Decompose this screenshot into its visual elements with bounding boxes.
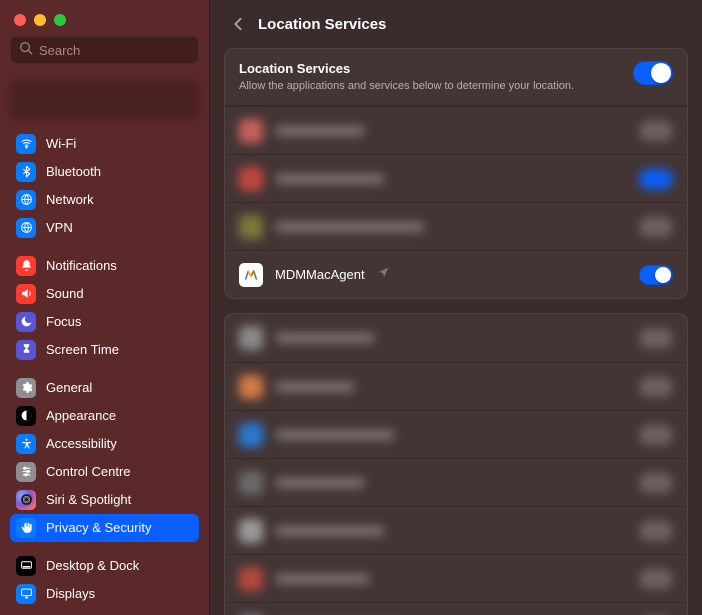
app-row-redacted (225, 554, 687, 602)
sidebar-item-label: Control Centre (46, 464, 131, 479)
sidebar-item-label: Bluetooth (46, 164, 101, 179)
app-row-mdmmacagent: MDMMacAgent (225, 250, 687, 298)
app-row-redacted (225, 202, 687, 250)
app-icon-mdmmacagent (239, 263, 263, 287)
wifi-icon (16, 134, 36, 154)
vpn-icon (16, 218, 36, 238)
panel-title: Location Services (239, 61, 574, 76)
page-title: Location Services (258, 16, 386, 33)
minimize-window-button[interactable] (34, 14, 46, 26)
appearance-icon (16, 406, 36, 426)
search-field[interactable] (10, 36, 199, 64)
search-icon (19, 41, 33, 60)
hourglass-icon (16, 340, 36, 360)
app-row-redacted (225, 410, 687, 458)
app-row-redacted (225, 458, 687, 506)
sidebar-item-control-centre[interactable]: Control Centre (10, 458, 199, 486)
sidebar-item-displays[interactable]: Displays (10, 580, 199, 608)
panel-description: Allow the applications and services belo… (239, 79, 574, 93)
sidebar-item-label: Focus (46, 314, 81, 329)
app-toggle-mdmmacagent[interactable] (639, 265, 673, 285)
apps-panel-redacted (224, 313, 688, 615)
moon-icon (16, 312, 36, 332)
sidebar-item-label: Sound (46, 286, 84, 301)
sidebar-item-label: Screen Time (46, 342, 119, 357)
sidebar-item-appearance[interactable]: Appearance (10, 402, 199, 430)
app-row-redacted (225, 362, 687, 410)
titlebar: Location Services (210, 0, 702, 48)
sidebar-item-notifications[interactable]: Notifications (10, 252, 199, 280)
network-icon (16, 190, 36, 210)
gear-icon (16, 378, 36, 398)
sidebar-nav: Wi-Fi Bluetooth Network VPN Notifications Sou… (0, 130, 209, 615)
location-arrow-icon (377, 266, 390, 284)
sidebar-item-screen-time[interactable]: Screen Time (10, 336, 199, 364)
sidebar-item-focus[interactable]: Focus (10, 308, 199, 336)
app-row-redacted (225, 602, 687, 615)
sidebar-item-label: Displays (46, 586, 95, 601)
location-services-panel: Location Services Allow the applications… (224, 48, 688, 299)
sidebar-item-desktop-dock[interactable]: Desktop & Dock (10, 552, 199, 580)
sound-icon (16, 284, 36, 304)
sidebar-item-vpn[interactable]: VPN (10, 214, 199, 242)
close-window-button[interactable] (14, 14, 26, 26)
app-row-redacted (225, 106, 687, 154)
window-controls (0, 8, 209, 36)
back-button[interactable] (228, 14, 248, 34)
sidebar-item-label: Privacy & Security (46, 520, 151, 535)
sidebar: Wi-Fi Bluetooth Network VPN Notifications Sou… (0, 0, 210, 615)
main-content: Location Services Location Services Allo… (210, 0, 702, 615)
sidebar-item-label: General (46, 380, 92, 395)
display-icon (16, 584, 36, 604)
controls-icon (16, 462, 36, 482)
sidebar-item-label: Appearance (46, 408, 116, 423)
sidebar-item-privacy-security[interactable]: Privacy & Security (10, 514, 199, 542)
app-name-label: MDMMacAgent (275, 267, 365, 282)
bluetooth-icon (16, 162, 36, 182)
siri-icon (16, 490, 36, 510)
sidebar-item-label: Siri & Spotlight (46, 492, 131, 507)
zoom-window-button[interactable] (54, 14, 66, 26)
sidebar-item-sound[interactable]: Sound (10, 280, 199, 308)
sidebar-item-siri-spotlight[interactable]: Siri & Spotlight (10, 486, 199, 514)
sidebar-item-network[interactable]: Network (10, 186, 199, 214)
panel-header: Location Services Allow the applications… (225, 49, 687, 106)
sidebar-item-bluetooth[interactable]: Bluetooth (10, 158, 199, 186)
app-row-redacted (225, 314, 687, 362)
hand-icon (16, 518, 36, 538)
app-row-redacted (225, 506, 687, 554)
dock-icon (16, 556, 36, 576)
account-card[interactable] (10, 80, 199, 120)
sidebar-item-label: Accessibility (46, 436, 117, 451)
app-row-redacted (225, 154, 687, 202)
sidebar-item-label: VPN (46, 220, 73, 235)
sidebar-item-general[interactable]: General (10, 374, 199, 402)
sidebar-item-wi-fi[interactable]: Wi-Fi (10, 130, 199, 158)
bell-icon (16, 256, 36, 276)
search-input[interactable] (39, 43, 215, 58)
sidebar-item-label: Desktop & Dock (46, 558, 139, 573)
location-services-master-toggle[interactable] (633, 61, 673, 85)
sidebar-item-label: Notifications (46, 258, 117, 273)
sidebar-item-accessibility[interactable]: Accessibility (10, 430, 199, 458)
accessibility-icon (16, 434, 36, 454)
sidebar-item-label: Wi-Fi (46, 136, 76, 151)
sidebar-item-label: Network (46, 192, 94, 207)
